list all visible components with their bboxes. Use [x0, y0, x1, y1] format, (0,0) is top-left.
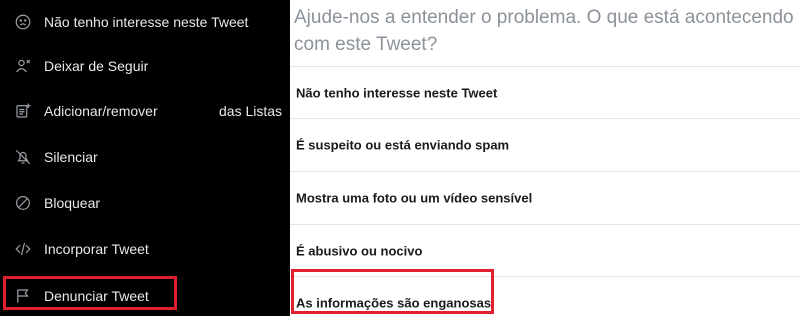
menu-item-not-interested[interactable]: Não tenho interesse neste Tweet [0, 0, 290, 44]
highlight-box-report-tweet [3, 276, 177, 310]
menu-item-label: Silenciar [44, 149, 98, 165]
menu-item-lists[interactable]: Adicionar/remover das Listas [0, 89, 290, 133]
report-option-not-interested[interactable]: Não tenho interesse neste Tweet [290, 67, 800, 119]
menu-item-unfollow[interactable]: Deixar de Seguir [0, 44, 290, 88]
report-prompt: Ajude-nos a entender o problema. O que e… [294, 7, 794, 55]
report-option-label: Mostra uma foto ou um vídeo sensível [296, 190, 533, 206]
sad-face-icon [14, 13, 32, 31]
tweet-options-menu: Não tenho interesse neste Tweet Deixar d… [0, 0, 290, 316]
highlight-box-misleading-option [291, 269, 494, 314]
report-option-label: Não tenho interesse neste Tweet [296, 85, 498, 101]
report-option-label: É suspeito ou está enviando spam [296, 137, 510, 153]
unfollow-user-icon [14, 57, 32, 75]
report-option-spam[interactable]: É suspeito ou está enviando spam [290, 119, 800, 171]
menu-item-block[interactable]: Bloquear [0, 181, 290, 225]
menu-item-label: Bloquear [44, 195, 101, 211]
block-icon [14, 194, 32, 212]
menu-item-label: Deixar de Seguir [44, 58, 149, 74]
list-add-icon [14, 102, 32, 120]
menu-item-mute[interactable]: Silenciar [0, 135, 290, 179]
menu-item-label-suffix: das Listas [219, 103, 283, 119]
menu-item-label: Não tenho interesse neste Tweet [44, 14, 249, 30]
menu-item-embed[interactable]: Incorporar Tweet [0, 227, 290, 271]
embed-code-icon [14, 240, 32, 258]
report-option-label: É abusivo ou nocivo [296, 243, 423, 259]
menu-item-label: Incorporar Tweet [44, 241, 149, 257]
menu-item-label: Adicionar/remover [44, 103, 158, 119]
report-option-sensitive-media[interactable]: Mostra uma foto ou um vídeo sensível [290, 172, 800, 224]
mute-icon [14, 148, 32, 166]
